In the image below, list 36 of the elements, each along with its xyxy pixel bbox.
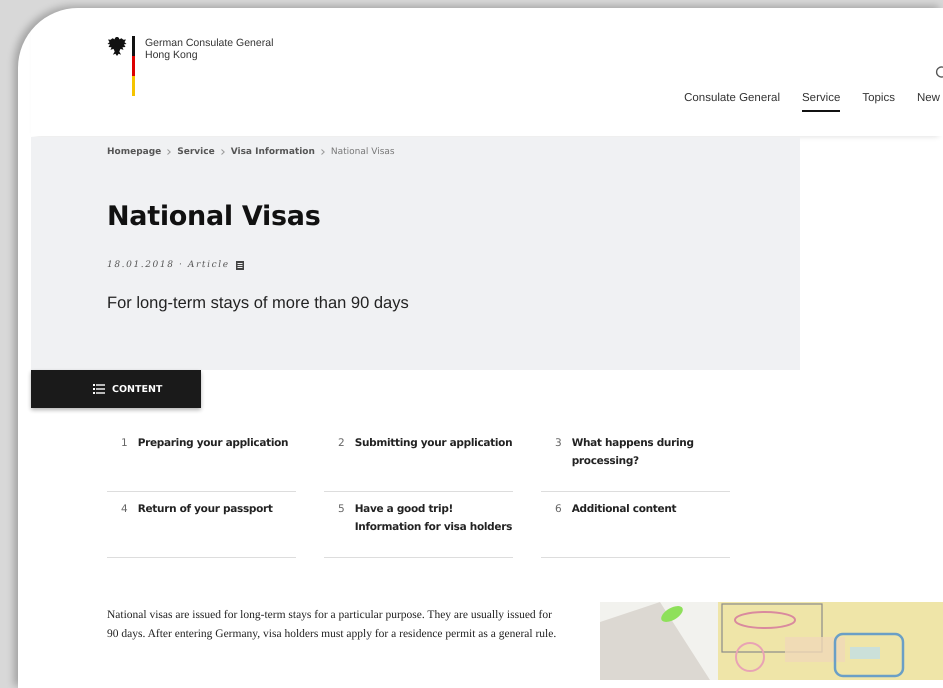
page-subtitle: For long-term stays of more than 90 days [107, 294, 410, 313]
chevron-icon [220, 149, 225, 155]
breadcrumb-link[interactable]: Service [177, 147, 215, 157]
document-icon [236, 260, 244, 270]
flag-bar [132, 36, 135, 96]
intro-paragraph: National visas are issued for long-term stays for a particular purpose. They are usually issued for 90 days. After entering Germany, visa holders must apply for a residence permit as a general rule. [107, 608, 558, 642]
nav-link[interactable]: Service [802, 92, 840, 112]
breadcrumb-current: National Visas [330, 147, 395, 157]
nav-link[interactable]: Topics [862, 92, 895, 112]
org-city: Hong Kong [145, 49, 199, 61]
toc-number: 4 [121, 503, 128, 517]
toc-link[interactable]: Preparing your application [138, 434, 288, 491]
org-name: German Consulate General [145, 37, 274, 49]
toc-link[interactable]: Have a good trip! Information for visa holders [354, 500, 512, 557]
toc-link[interactable]: Additional content [572, 500, 676, 557]
list-icon [93, 384, 105, 394]
toc-number: 2 [338, 437, 345, 451]
toc-link[interactable]: Submitting your application [354, 434, 512, 491]
eagle-icon [107, 36, 127, 58]
toc-link[interactable]: What happens during processing? [572, 434, 694, 491]
chevron-icon [167, 149, 172, 155]
toc-link[interactable]: Return of your passport [138, 500, 273, 557]
nav-link[interactable]: New [916, 92, 940, 112]
toc-number: 1 [121, 437, 128, 451]
breadcrumb-link[interactable]: Homepage [107, 147, 162, 157]
toc-number: 5 [338, 503, 345, 517]
nav-link[interactable]: Consulate General [684, 92, 780, 112]
content-button[interactable]: CONTENT [31, 370, 201, 408]
toc-number: 6 [555, 503, 562, 517]
chevron-icon [320, 149, 325, 155]
breadcrumb-link[interactable]: Visa Information [230, 147, 315, 157]
page-title: National Visas [107, 201, 322, 232]
toc-number: 3 [555, 437, 562, 451]
article-meta: 18.01.2018 · Article [107, 260, 230, 270]
search-icon[interactable] [935, 65, 943, 79]
logo-link[interactable]: German Consulate General Hong Kong [31, 8, 274, 136]
